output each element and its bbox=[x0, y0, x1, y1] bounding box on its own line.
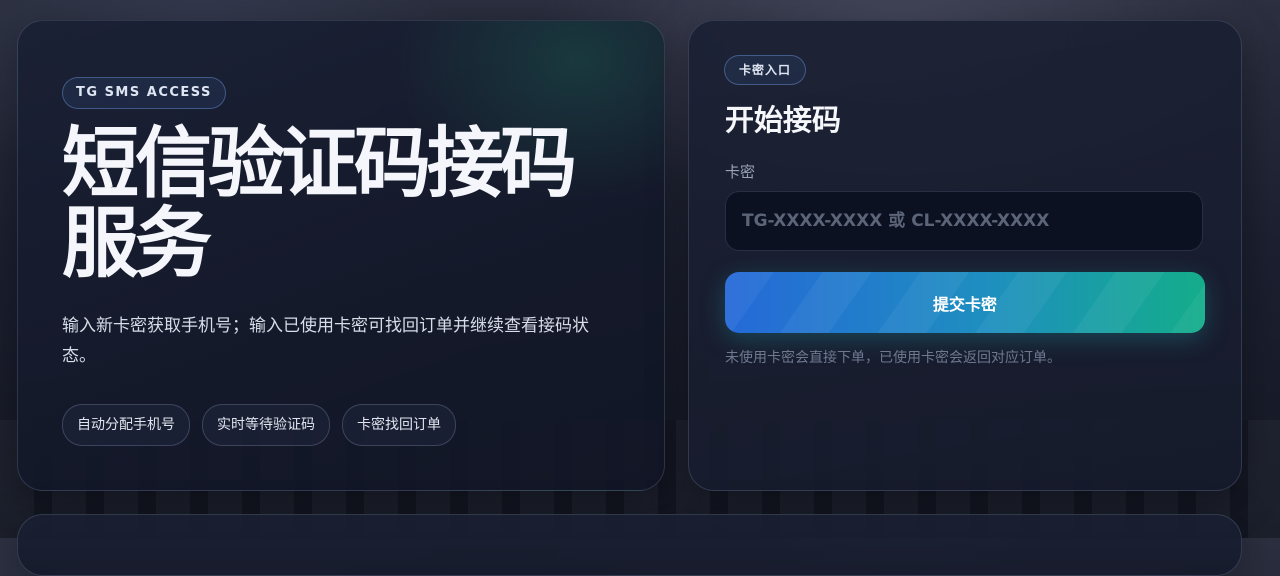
feature-chip: 实时等待验证码 bbox=[202, 404, 330, 446]
card-code-label: 卡密 bbox=[725, 163, 756, 181]
bottom-card bbox=[17, 514, 1242, 576]
entry-title: 开始接码 bbox=[725, 103, 842, 137]
entry-badge: 卡密入口 bbox=[724, 55, 807, 85]
entry-hint: 未使用卡密会直接下单，已使用卡密会返回对应订单。 bbox=[725, 350, 1061, 366]
hero-title: 短信验证码接码服务 bbox=[62, 120, 577, 289]
submit-card-button[interactable]: 提交卡密 bbox=[725, 272, 1205, 333]
hero-description: 输入新卡密获取手机号；输入已使用卡密可找回订单并继续查看接码状态。 bbox=[62, 316, 589, 366]
card-code-input[interactable] bbox=[725, 191, 1203, 251]
hero-card: TG SMS ACCESS 短信验证码接码服务 输入新卡密获取手机号；输入已使用… bbox=[17, 20, 665, 491]
hero-badge: TG SMS ACCESS bbox=[62, 77, 226, 109]
feature-chips: 自动分配手机号 实时等待验证码 卡密找回订单 bbox=[62, 404, 456, 446]
feature-chip: 卡密找回订单 bbox=[342, 404, 456, 446]
feature-chip: 自动分配手机号 bbox=[62, 404, 190, 446]
card-entry-panel: 卡密入口 开始接码 卡密 提交卡密 未使用卡密会直接下单，已使用卡密会返回对应订… bbox=[688, 20, 1242, 491]
